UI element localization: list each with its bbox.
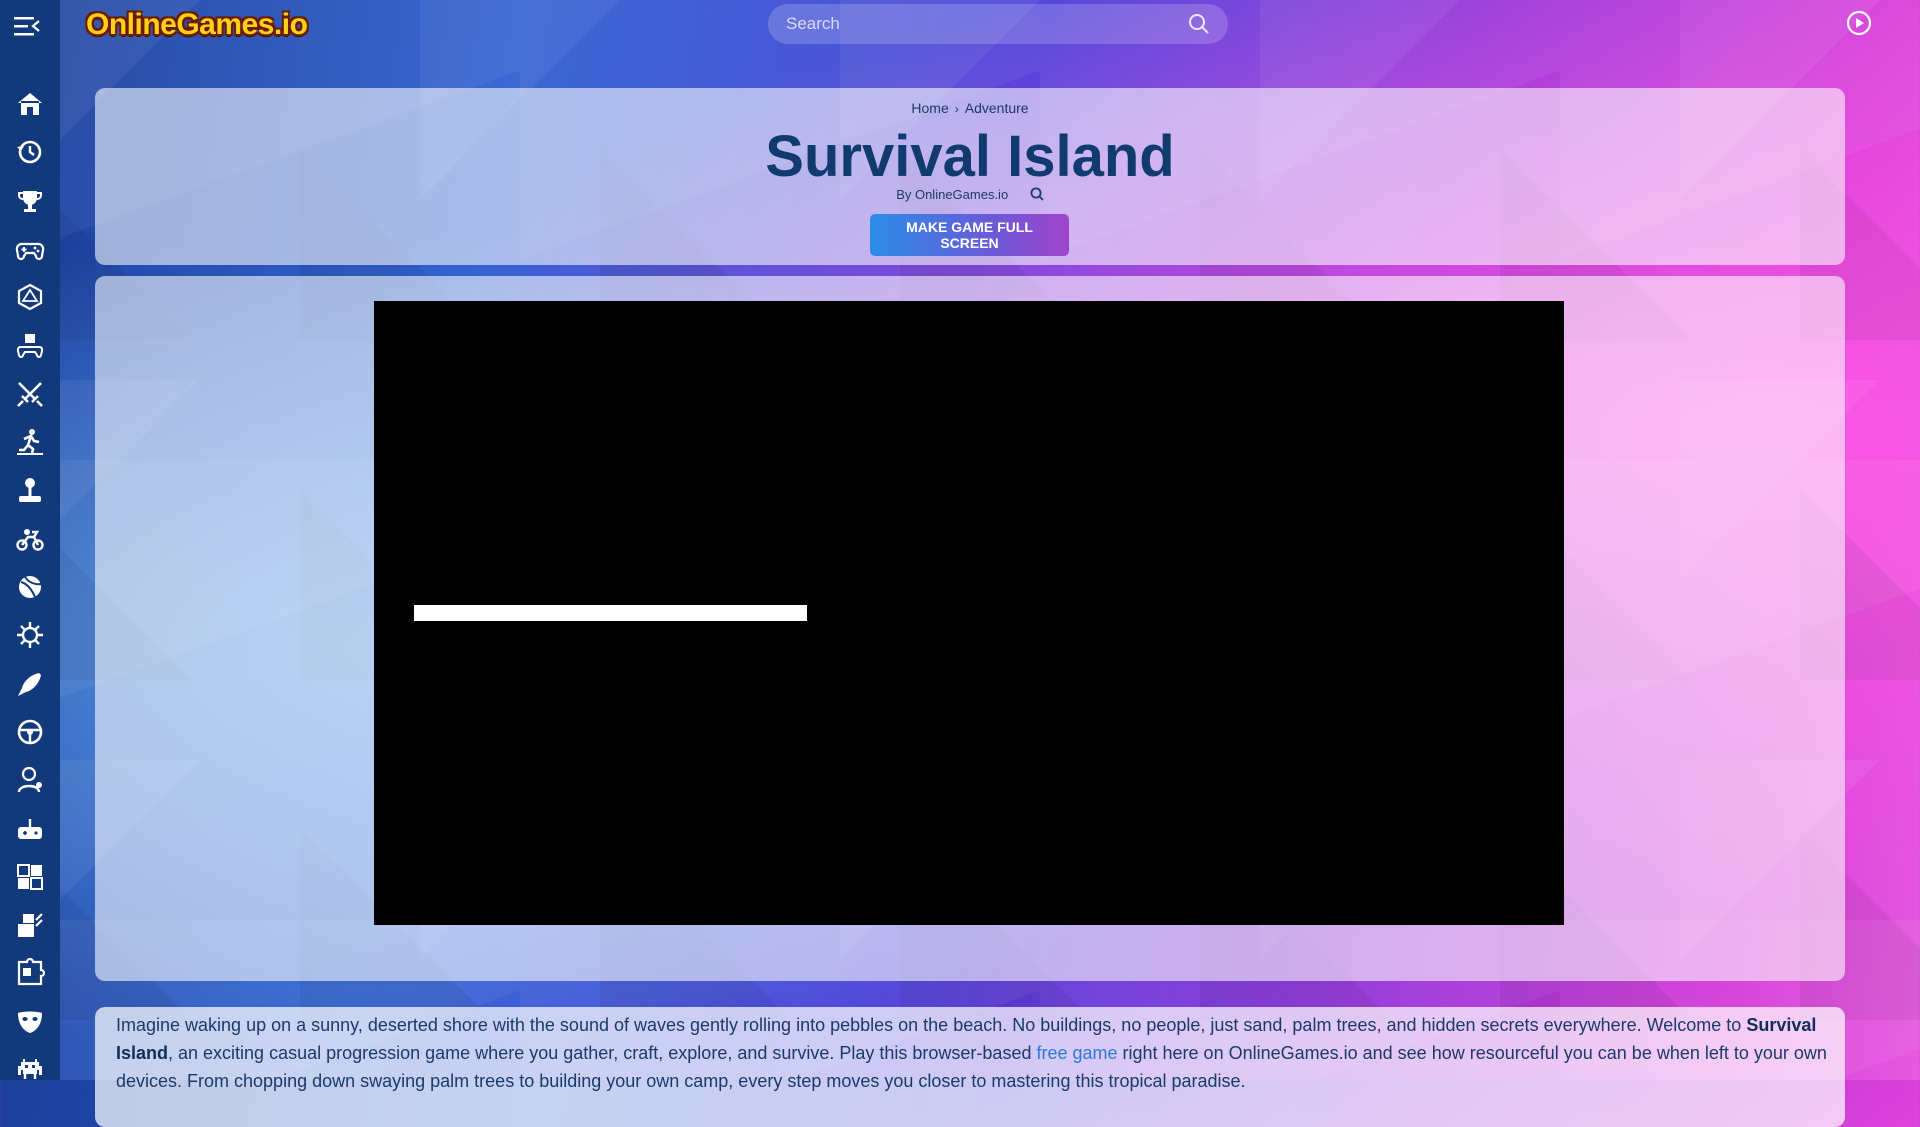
virus-icon: [17, 622, 43, 649]
fullscreen-button[interactable]: MAKE GAME FULL SCREEN: [870, 214, 1069, 256]
search-bar: [768, 4, 1228, 44]
sidebar-item-tetris[interactable]: [0, 853, 60, 901]
sidebar-item-retro-controller[interactable]: [0, 804, 60, 852]
logo-text: OnlineGames.io: [86, 8, 308, 41]
breadcrumb-category-link[interactable]: Adventure: [965, 100, 1029, 116]
runner-icon: [17, 429, 43, 456]
sidebar-item-steering-wheel[interactable]: [0, 708, 60, 756]
sidebar-item-mask[interactable]: [0, 998, 60, 1046]
sidebar-item-virus[interactable]: [0, 611, 60, 659]
d20-dice-icon: [17, 284, 43, 311]
sidebar-item-crossed-swords[interactable]: [0, 370, 60, 418]
retro-controller-icon: [18, 818, 42, 839]
description-part-2: , an exciting casual progression game wh…: [168, 1043, 1037, 1063]
game-title-panel: Home › Adventure Survival Island By Online…: [95, 88, 1845, 265]
search-input[interactable]: [784, 13, 1186, 35]
game-description: Imagine waking up on a sunny, deserted s…: [95, 1007, 1845, 1127]
sidebar-item-kids[interactable]: [0, 756, 60, 804]
tetris-icon: [17, 863, 43, 890]
page-title: Survival Island: [765, 124, 1175, 189]
sidebar-item-ball[interactable]: [0, 563, 60, 611]
sidebar-item-space-invader[interactable]: [0, 1046, 60, 1094]
space-invader-icon: [18, 1059, 42, 1080]
site-logo[interactable]: OnlineGames.io: [86, 6, 308, 44]
gamepad-icon: [15, 242, 45, 261]
sidebar: [0, 0, 60, 1080]
breadcrumb-home-link[interactable]: Home: [911, 100, 948, 116]
sidebar-item-puzzle[interactable]: [0, 949, 60, 997]
description-text: Imagine waking up on a sunny, deserted s…: [116, 1011, 1831, 1095]
history-icon: [17, 141, 42, 164]
sidebar-item-joystick[interactable]: [0, 466, 60, 514]
sidebar-item-motorbike[interactable]: [0, 515, 60, 563]
building-blocks-icon: [18, 913, 43, 938]
byline-text: By OnlineGames.io: [896, 187, 1009, 202]
search-icon[interactable]: [1030, 187, 1044, 204]
steering-wheel-icon: [17, 719, 43, 745]
loading-progress-bar: [414, 605, 807, 621]
sidebar-item-gamepad[interactable]: [0, 225, 60, 273]
play-circle-icon[interactable]: [1846, 10, 1872, 36]
sidebar-item-home[interactable]: [0, 80, 60, 128]
sidebar-item-robot-controller[interactable]: [0, 321, 60, 369]
sidebar-item-runner[interactable]: [0, 418, 60, 466]
ball-icon: [19, 576, 42, 599]
sidebar-item-d20-dice[interactable]: [0, 273, 60, 321]
sidebar-item-trophy[interactable]: [0, 177, 60, 225]
joystick-icon: [19, 477, 41, 502]
menu-toggle-icon[interactable]: [12, 14, 42, 38]
trophy-icon: [18, 190, 42, 212]
sidebar-item-building-blocks[interactable]: [0, 901, 60, 949]
kids-icon: [17, 767, 42, 793]
breadcrumb: Home › Adventure: [95, 100, 1845, 116]
crossed-swords-icon: [17, 382, 43, 407]
free-game-link[interactable]: free game: [1036, 1043, 1117, 1063]
mask-icon: [18, 1011, 42, 1033]
description-part-1: Imagine waking up on a sunny, deserted s…: [116, 1015, 1747, 1035]
byline: By OnlineGames.io: [95, 187, 1845, 204]
rocket-icon: [18, 672, 41, 696]
puzzle-icon: [17, 958, 45, 986]
home-icon: [18, 93, 42, 116]
game-panel: [95, 276, 1845, 981]
robot-controller-icon: [16, 333, 44, 358]
sidebar-item-rocket[interactable]: [0, 660, 60, 708]
search-icon[interactable]: [1186, 11, 1212, 37]
breadcrumb-separator: ›: [954, 102, 959, 116]
sidebar-item-history[interactable]: [0, 128, 60, 176]
game-frame[interactable]: [374, 301, 1564, 925]
motorbike-icon: [16, 528, 44, 551]
